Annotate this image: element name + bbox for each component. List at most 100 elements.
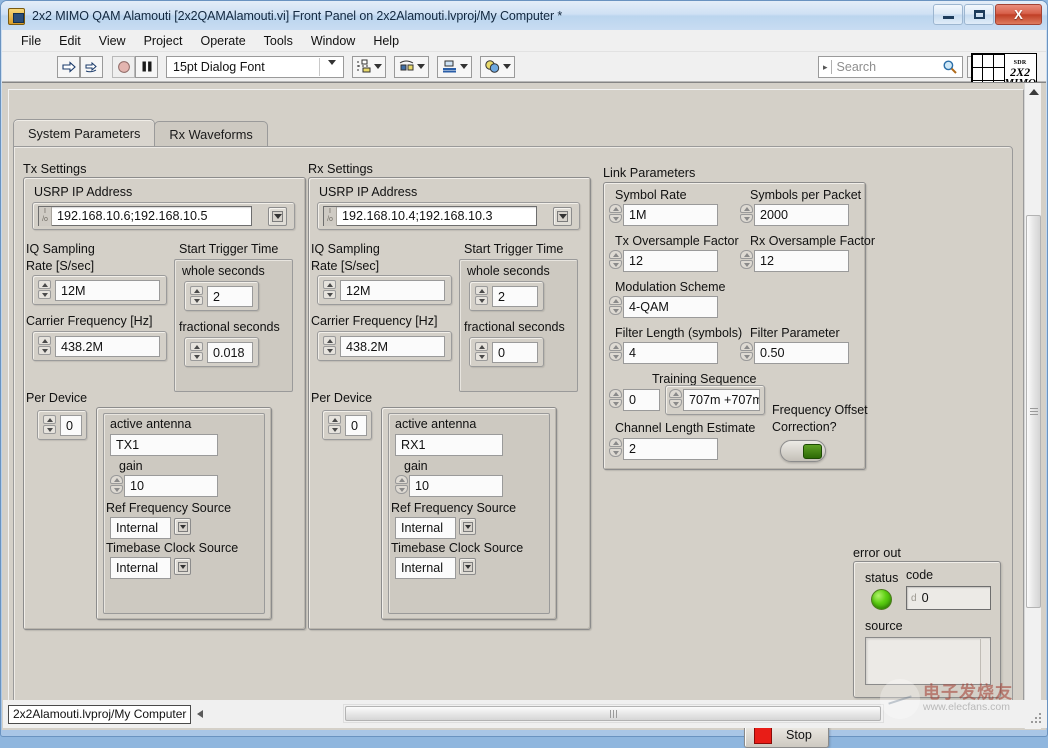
pause-button[interactable]: [135, 56, 158, 78]
tx-timebase-clock-input[interactable]: Internal: [110, 557, 171, 579]
filter-length-spinner[interactable]: [609, 342, 622, 361]
filter-parameter-spinner[interactable]: [740, 342, 753, 361]
tx-oversample-input[interactable]: 12: [623, 250, 718, 272]
tx-active-antenna-input[interactable]: TX1: [110, 434, 218, 456]
modulation-scheme-spinner[interactable]: [609, 296, 622, 315]
rx-iq-rate-spinner[interactable]: [323, 280, 336, 299]
spinner-down-icon[interactable]: [669, 399, 682, 408]
spinner-down-icon[interactable]: [190, 296, 203, 305]
modulation-scheme-input[interactable]: 4-QAM: [623, 296, 718, 318]
rx-gain-input[interactable]: 10: [409, 475, 503, 497]
spinner-down-icon[interactable]: [740, 352, 753, 361]
tx-ref-freq-source-input[interactable]: Internal: [110, 517, 171, 539]
spinner-up-icon[interactable]: [609, 438, 622, 447]
panel-horizontal-scrollbar[interactable]: [343, 704, 884, 723]
rx-carrier-freq-input[interactable]: 438.2M: [340, 336, 445, 357]
spinner-up-icon[interactable]: [609, 296, 622, 305]
spinner-down-icon[interactable]: [609, 448, 622, 457]
rx-ref-freq-source-input[interactable]: Internal: [395, 517, 456, 539]
menu-edit[interactable]: Edit: [50, 32, 90, 50]
spinner-down-icon[interactable]: [740, 214, 753, 223]
spinner-down-icon[interactable]: [43, 425, 56, 434]
rx-active-antenna-input[interactable]: RX1: [395, 434, 503, 456]
rx-whole-seconds-spinner[interactable]: [475, 286, 488, 305]
run-button[interactable]: [57, 56, 80, 78]
tx-carrier-freq-input[interactable]: 438.2M: [55, 336, 160, 357]
tx-ref-freq-dropdown-button[interactable]: [174, 518, 191, 535]
symbol-rate-input[interactable]: 1M: [623, 204, 718, 226]
symbol-rate-spinner[interactable]: [609, 204, 622, 223]
spinner-up-icon[interactable]: [190, 286, 203, 295]
spinner-up-icon[interactable]: [38, 280, 51, 289]
rx-oversample-input[interactable]: 12: [754, 250, 849, 272]
spinner-down-icon[interactable]: [609, 260, 622, 269]
rx-oversample-spinner[interactable]: [740, 250, 753, 269]
training-index-input[interactable]: 0: [623, 389, 660, 411]
tx-whole-seconds-input[interactable]: 2: [207, 286, 253, 307]
tx-frac-seconds-spinner[interactable]: [190, 342, 203, 361]
spinner-up-icon[interactable]: [190, 342, 203, 351]
spinner-down-icon[interactable]: [38, 290, 51, 299]
rx-ref-freq-dropdown-button[interactable]: [459, 518, 476, 535]
rx-carrier-spinner[interactable]: [323, 336, 336, 355]
scroll-left-button[interactable]: [197, 710, 203, 718]
vertical-scroll-thumb[interactable]: [1026, 215, 1041, 608]
spinner-up-icon[interactable]: [609, 250, 622, 259]
rx-gain-spinner[interactable]: [395, 475, 408, 494]
spinner-up-icon[interactable]: [38, 336, 51, 345]
spinner-up-icon[interactable]: [609, 204, 622, 213]
error-source-scrollbar[interactable]: [980, 639, 989, 683]
spinner-up-icon[interactable]: [740, 250, 753, 259]
tx-gain-spinner[interactable]: [110, 475, 123, 494]
rx-whole-seconds-input[interactable]: 2: [492, 286, 538, 307]
menu-project[interactable]: Project: [135, 32, 192, 50]
channel-length-input[interactable]: 2: [623, 438, 718, 460]
tx-frac-seconds-input[interactable]: 0.018: [207, 342, 253, 363]
align-objects-button[interactable]: [352, 56, 386, 78]
tx-timebase-dropdown-button[interactable]: [174, 558, 191, 575]
menu-window[interactable]: Window: [302, 32, 364, 50]
tx-whole-seconds-spinner[interactable]: [190, 286, 203, 305]
rx-frac-seconds-input[interactable]: 0: [492, 342, 538, 363]
spinner-up-icon[interactable]: [43, 415, 56, 424]
spinner-up-icon[interactable]: [740, 204, 753, 213]
scroll-up-button[interactable]: [1025, 83, 1042, 100]
rx-ip-dropdown-button[interactable]: [553, 207, 572, 226]
search-input[interactable]: ▸ Search: [818, 56, 963, 78]
channel-length-spinner[interactable]: [609, 438, 622, 457]
rx-iq-rate-input[interactable]: 12M: [340, 280, 445, 301]
rx-frac-seconds-spinner[interactable]: [475, 342, 488, 361]
filter-parameter-input[interactable]: 0.50: [754, 342, 849, 364]
rx-timebase-dropdown-button[interactable]: [459, 558, 476, 575]
spinner-down-icon[interactable]: [609, 352, 622, 361]
reorder-objects-button[interactable]: [480, 56, 515, 78]
spinner-up-icon[interactable]: [609, 389, 622, 398]
spinner-up-icon[interactable]: [669, 389, 682, 398]
menu-file[interactable]: File: [12, 32, 50, 50]
tx-device-index-input[interactable]: 0: [60, 415, 82, 436]
panel-vertical-scrollbar[interactable]: [1024, 83, 1041, 729]
filter-length-input[interactable]: 4: [623, 342, 718, 364]
spinner-up-icon[interactable]: [395, 475, 408, 484]
horizontal-scroll-thumb[interactable]: [345, 706, 881, 721]
rx-usrp-ip-input[interactable]: I/o 192.168.10.4;192.168.10.3: [323, 206, 537, 226]
spinner-down-icon[interactable]: [190, 352, 203, 361]
tx-iq-rate-spinner[interactable]: [38, 280, 51, 299]
abort-execution-button[interactable]: [112, 56, 135, 78]
menu-operate[interactable]: Operate: [191, 32, 254, 50]
spinner-down-icon[interactable]: [323, 346, 336, 355]
spinner-up-icon[interactable]: [475, 286, 488, 295]
menu-tools[interactable]: Tools: [255, 32, 302, 50]
tx-device-index-spinner[interactable]: [43, 415, 56, 434]
spinner-up-icon[interactable]: [323, 336, 336, 345]
spinner-down-icon[interactable]: [609, 306, 622, 315]
training-value-spinner[interactable]: [669, 389, 682, 408]
spinner-up-icon[interactable]: [740, 342, 753, 351]
symbols-per-packet-input[interactable]: 2000: [754, 204, 849, 226]
tx-usrp-ip-input[interactable]: I/o 192.168.10.6;192.168.10.5: [38, 206, 252, 226]
spinner-down-icon[interactable]: [475, 296, 488, 305]
tx-oversample-spinner[interactable]: [609, 250, 622, 269]
spinner-down-icon[interactable]: [475, 352, 488, 361]
spinner-down-icon[interactable]: [323, 290, 336, 299]
error-source-textbox[interactable]: [865, 637, 991, 685]
